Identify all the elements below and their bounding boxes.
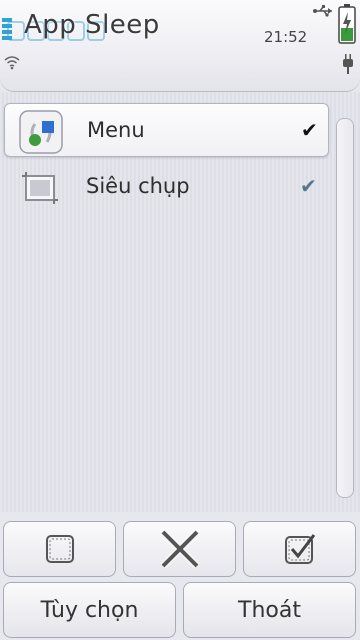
usb-icon (313, 5, 332, 17)
checkmark-icon[interactable]: ✔ (301, 118, 318, 142)
list-item-label: Siêu chụp (86, 174, 190, 198)
status-bar: App Sleep 21:52 (0, 0, 360, 92)
list-item-label: Menu (87, 118, 145, 142)
clock: 21:52 (264, 28, 308, 46)
scrollbar[interactable] (336, 118, 354, 498)
plug-icon (343, 54, 353, 74)
battery-icon (338, 4, 356, 44)
x-icon (160, 529, 199, 569)
uncheck-all-button[interactable] (3, 521, 116, 577)
list-item-menu[interactable]: Menu ✔ (4, 103, 329, 157)
wifi-icon (4, 56, 20, 70)
checkmark-icon[interactable]: ✔ (300, 174, 317, 198)
checked-square-icon (284, 534, 315, 564)
remove-button[interactable] (123, 521, 236, 577)
check-all-button[interactable] (243, 521, 356, 577)
app-title: App Sleep (24, 10, 160, 40)
screenshot-app-icon (22, 172, 58, 204)
options-softkey[interactable]: Tùy chọn (3, 582, 176, 638)
menu-app-icon (19, 110, 63, 154)
empty-square-icon (45, 535, 74, 563)
list-item-sieu-chup[interactable]: Siêu chụp ✔ (4, 160, 329, 214)
exit-softkey[interactable]: Thoát (183, 582, 356, 638)
